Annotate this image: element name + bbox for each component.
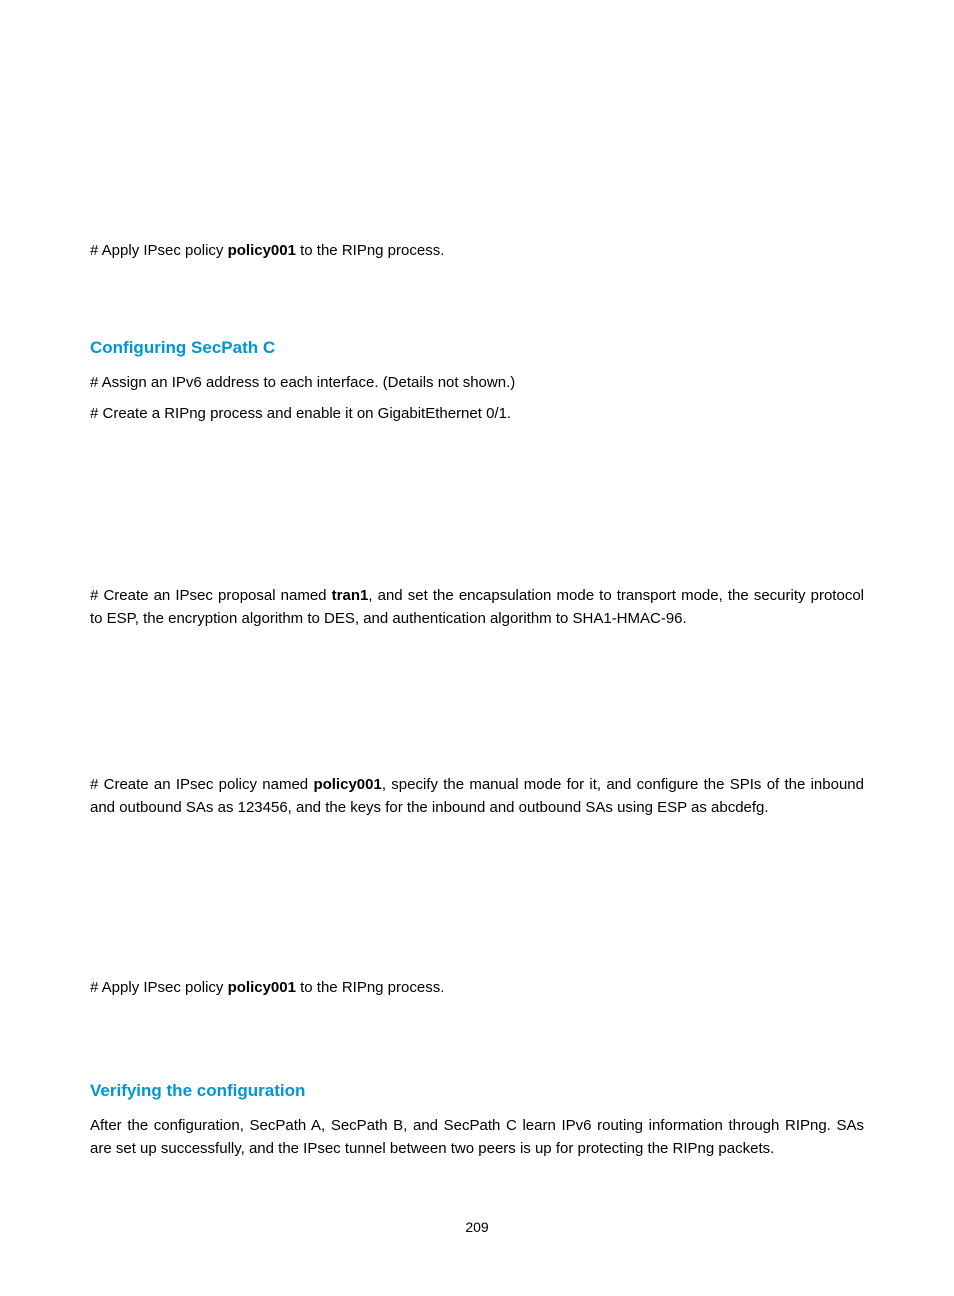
- heading-verifying-configuration: Verifying the configuration: [90, 1078, 864, 1104]
- paragraph-create-ripng: # Create a RIPng process and enable it o…: [90, 403, 864, 426]
- paragraph-text: # Apply IPsec policy: [90, 242, 228, 259]
- paragraph-create-ipsec-proposal: # Create an IPsec proposal named tran1, …: [90, 585, 864, 630]
- spacer: [90, 638, 864, 774]
- page-number: 209: [0, 1217, 954, 1238]
- bold-term-policy001: policy001: [313, 776, 381, 793]
- spacer: [90, 1008, 864, 1078]
- paragraph-apply-policy-top: # Apply IPsec policy policy001 to the RI…: [90, 240, 864, 263]
- paragraph-verify-text: After the configuration, SecPath A, SecP…: [90, 1115, 864, 1160]
- heading-configuring-secpath-c: Configuring SecPath C: [90, 335, 864, 361]
- paragraph-assign-ipv6: # Assign an IPv6 address to each interfa…: [90, 372, 864, 395]
- paragraph-text: # Create an IPsec policy named: [90, 776, 313, 793]
- spacer: [90, 433, 864, 585]
- paragraph-apply-policy-bottom: # Apply IPsec policy policy001 to the RI…: [90, 977, 864, 1000]
- paragraph-create-ipsec-policy: # Create an IPsec policy named policy001…: [90, 774, 864, 819]
- spacer: [90, 271, 864, 335]
- paragraph-text: # Apply IPsec policy: [90, 979, 228, 996]
- bold-term-tran1: tran1: [332, 587, 369, 604]
- paragraph-text: to the RIPng process.: [296, 242, 444, 259]
- paragraph-text: to the RIPng process.: [296, 979, 444, 996]
- paragraph-text: # Create an IPsec proposal named: [90, 587, 332, 604]
- bold-term-policy001: policy001: [228, 242, 296, 259]
- bold-term-policy001: policy001: [228, 979, 296, 996]
- document-page: # Apply IPsec policy policy001 to the RI…: [0, 0, 954, 1296]
- spacer: [90, 827, 864, 977]
